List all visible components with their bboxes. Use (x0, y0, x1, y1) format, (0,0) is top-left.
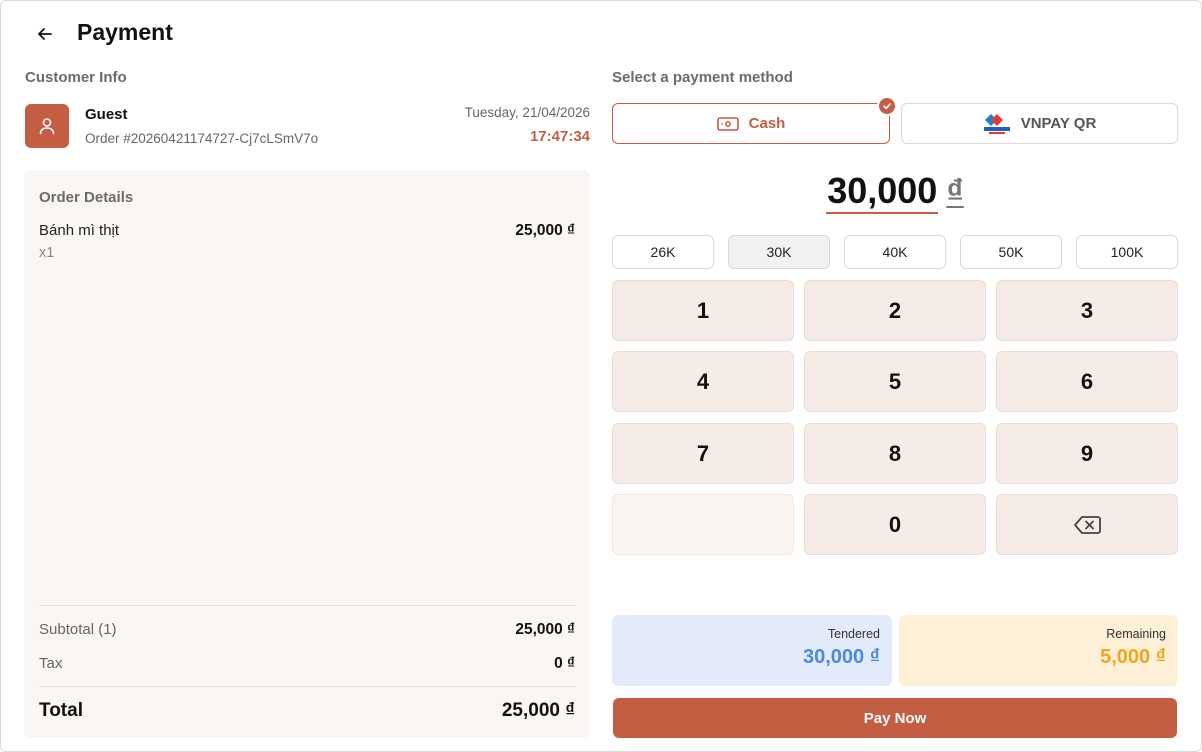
order-item-name: Bánh mì thịt (39, 222, 120, 239)
banknote-icon (716, 116, 739, 131)
customer-info-label: Customer Info (25, 69, 127, 86)
quick-amount-50k[interactable]: 50K (960, 235, 1062, 269)
quick-amount-100k[interactable]: 100K (1076, 235, 1178, 269)
back-button[interactable] (30, 20, 60, 48)
keypad-3[interactable]: 3 (996, 280, 1178, 341)
order-item-qty: x1 (39, 245, 55, 261)
keypad-5[interactable]: 5 (804, 351, 986, 412)
order-number: Order #20260421174727-Cj7cLSmV7o (85, 131, 319, 146)
tax-label: Tax (39, 655, 63, 672)
remaining-card: Remaining 5,000 ₫ (899, 615, 1178, 686)
remaining-value: 5,000 ₫ (1100, 646, 1166, 668)
keypad-2[interactable]: 2 (804, 280, 986, 341)
quick-amount-30k[interactable]: 30K (728, 235, 830, 269)
avatar (25, 104, 69, 148)
keypad-blank (612, 494, 794, 555)
subtotal-label: Subtotal (1) (39, 621, 117, 638)
amount-currency: ₫ (946, 173, 964, 211)
payment-method-label: Select a payment method (612, 69, 793, 86)
order-time: 17:47:34 (529, 128, 590, 145)
subtotal-value: 25,000 ₫ (515, 621, 575, 638)
amount-display: 30,000 ₫ (612, 170, 1178, 214)
cash-method-button[interactable]: Cash (612, 103, 890, 144)
keypad-9[interactable]: 9 (996, 423, 1178, 484)
amount-value: 30,000 (826, 170, 939, 214)
order-details-panel: Order Details Bánh mì thịt x1 25,000 ₫ S… (24, 170, 590, 738)
user-icon (39, 118, 55, 135)
cash-method-label: Cash (748, 115, 786, 132)
remaining-label: Remaining (1106, 627, 1166, 641)
tax-value: 0 ₫ (554, 655, 575, 672)
pay-now-button[interactable]: Pay Now (613, 698, 1177, 738)
keypad-6[interactable]: 6 (996, 351, 1178, 412)
vnpay-logo (983, 113, 1010, 134)
selected-check-icon (877, 96, 897, 116)
keypad-7[interactable]: 7 (612, 423, 794, 484)
vnpay-method-button[interactable]: VNPAY QR (901, 103, 1178, 144)
tendered-label: Tendered (827, 627, 880, 641)
divider (39, 605, 575, 606)
keypad-0[interactable]: 0 (804, 494, 986, 555)
keypad-1[interactable]: 1 (612, 280, 794, 341)
customer-name: Guest (85, 106, 128, 123)
page-title: Payment (77, 19, 173, 45)
tendered-value: 30,000 ₫ (803, 646, 880, 668)
backspace-icon (1074, 515, 1101, 534)
keypad-4[interactable]: 4 (612, 351, 794, 412)
keypad-8[interactable]: 8 (804, 423, 986, 484)
total-value: 25,000 ₫ (501, 700, 575, 721)
quick-amount-26k[interactable]: 26K (612, 235, 714, 269)
tendered-card: Tendered 30,000 ₫ (612, 615, 892, 686)
vnpay-method-label: VNPAY QR (1020, 115, 1097, 132)
quick-amount-40k[interactable]: 40K (844, 235, 946, 269)
divider (39, 686, 575, 687)
total-label: Total (39, 700, 83, 721)
order-date: Tuesday, 21/04/2026 (464, 105, 590, 120)
arrow-left-icon (38, 28, 52, 40)
order-item-price: 25,000 ₫ (515, 222, 575, 239)
order-details-label: Order Details (39, 189, 134, 206)
keypad-backspace-button[interactable] (996, 494, 1178, 555)
